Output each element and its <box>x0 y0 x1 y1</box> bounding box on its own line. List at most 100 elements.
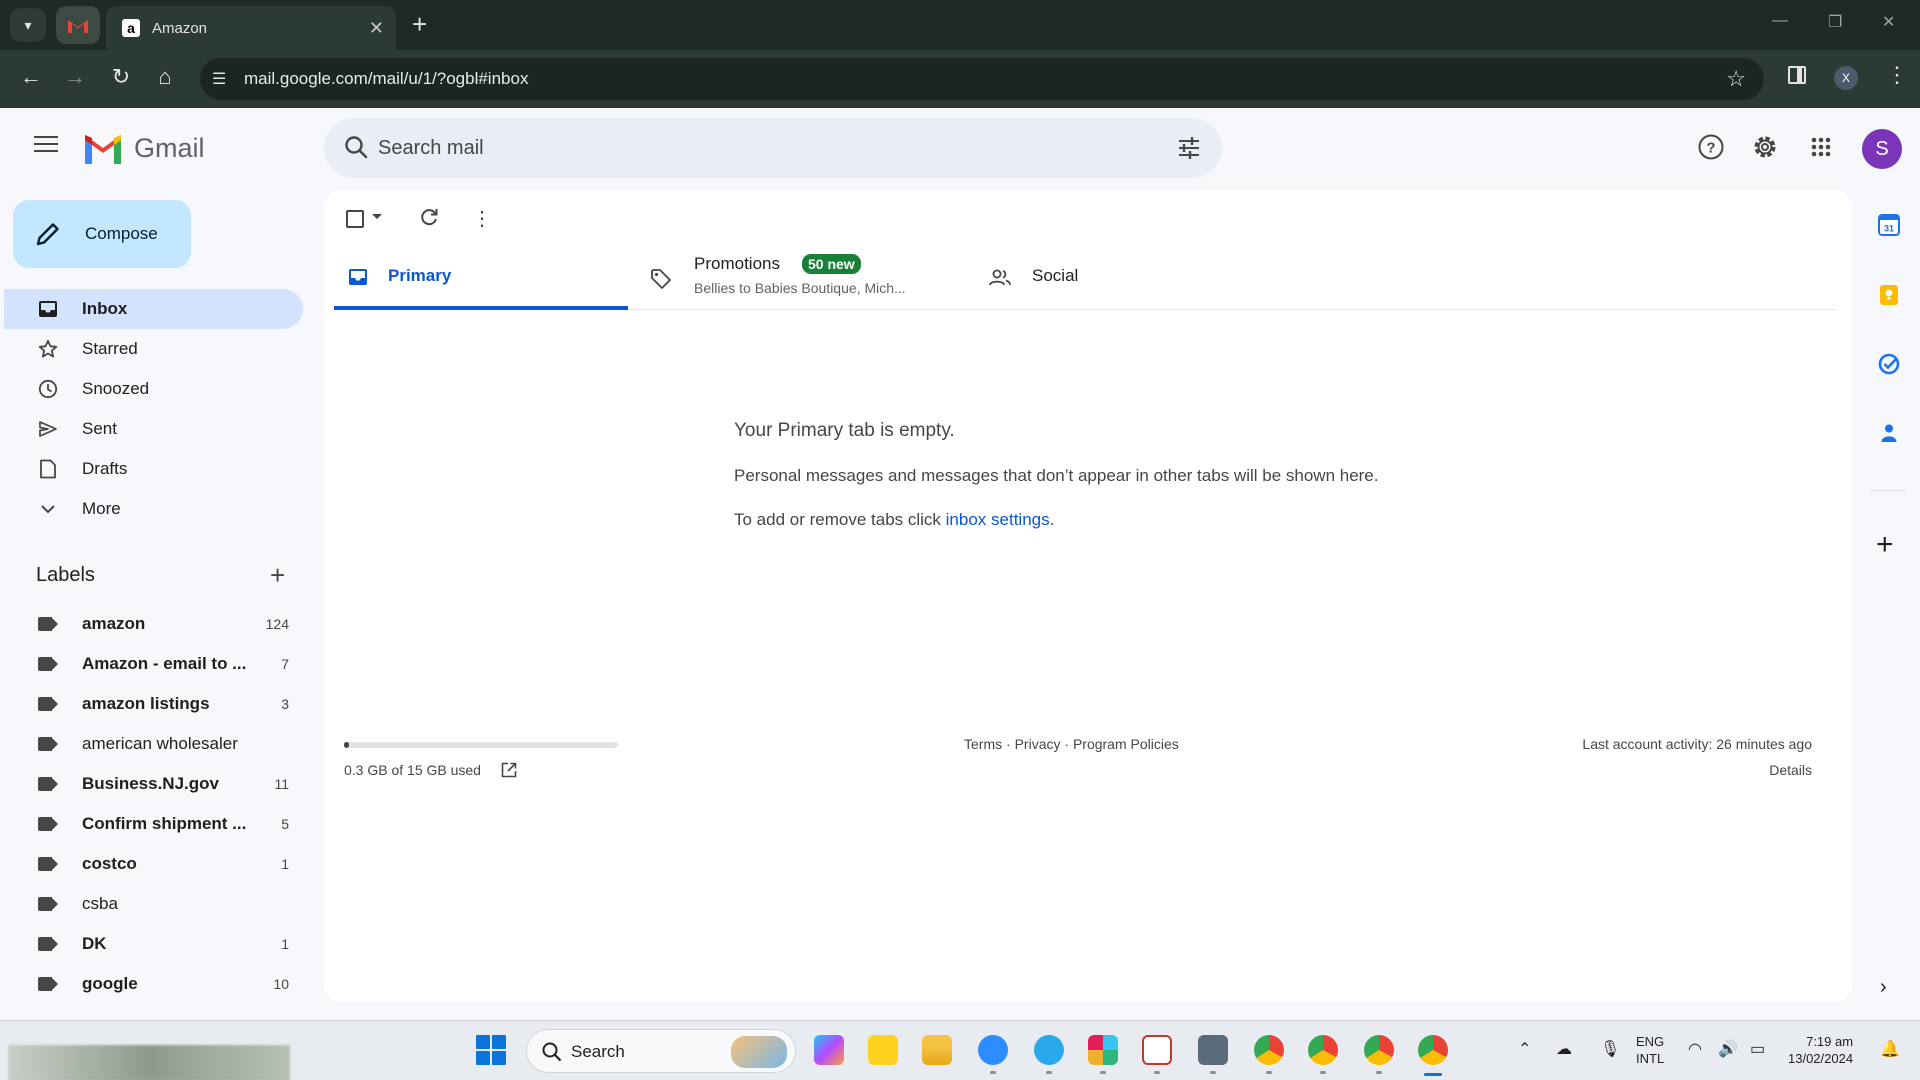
get-addons-button[interactable]: + <box>1876 530 1894 560</box>
label-item-american-wholesaler[interactable]: american wholesaler <box>0 724 303 764</box>
side-panel-icon[interactable] <box>1788 66 1806 84</box>
running-indicator <box>1266 1071 1272 1074</box>
taskbar-clock[interactable]: 7:19 am 13/02/2024 <box>1788 1033 1853 1067</box>
close-window-button[interactable]: ✕ <box>1882 12 1895 32</box>
snipping-tool-icon[interactable] <box>1142 1035 1172 1065</box>
battery-icon[interactable]: ▭ <box>1750 1039 1765 1059</box>
more-options-icon[interactable]: ⋮ <box>472 206 492 231</box>
external-link-icon[interactable] <box>500 761 518 779</box>
browser-toolbar: ← → ↻ ⌂ ☰ mail.google.com/mail/u/1/?ogbl… <box>0 50 1920 108</box>
search-bar[interactable]: Search mail <box>324 118 1222 178</box>
label-item-confirm-shipment[interactable]: Confirm shipment ... 5 <box>0 804 303 844</box>
running-indicator <box>1376 1071 1382 1074</box>
browser-tab-bar: ▾ a Amazon ✕ + — ❐ ✕ <box>0 0 1920 50</box>
address-bar[interactable]: ☰ mail.google.com/mail/u/1/?ogbl#inbox ☆ <box>200 58 1764 100</box>
input-language-indicator[interactable]: ENG INTL <box>1636 1033 1664 1067</box>
account-avatar[interactable]: S <box>1862 129 1902 169</box>
slack-icon[interactable] <box>1088 1035 1118 1065</box>
chevron-down-icon <box>38 504 58 514</box>
contacts-icon[interactable] <box>1878 422 1900 444</box>
create-label-button[interactable]: + <box>270 562 285 588</box>
settings-gear-icon[interactable] <box>1750 132 1780 162</box>
label-tag-icon <box>38 697 58 711</box>
sticky-notes-icon[interactable] <box>868 1035 898 1065</box>
chrome-profile-3-icon[interactable] <box>1364 1035 1394 1065</box>
back-button[interactable]: ← <box>16 64 46 90</box>
browser-menu-icon[interactable]: ⋮ <box>1886 62 1908 88</box>
label-item-business-nj[interactable]: Business.NJ.gov 11 <box>0 764 303 804</box>
nav-item-starred[interactable]: Starred <box>0 329 303 369</box>
chrome-profile-2-icon[interactable] <box>1308 1035 1338 1065</box>
volume-icon[interactable]: 🔊 <box>1718 1039 1738 1059</box>
reload-button[interactable]: ↻ <box>106 64 136 90</box>
terms-link[interactable]: Terms <box>964 736 1002 752</box>
gmail-tab[interactable] <box>56 6 100 44</box>
tasks-icon[interactable] <box>1878 353 1900 375</box>
window-preview-thumbnail[interactable] <box>8 1045 290 1080</box>
label-item-costco[interactable]: costco 1 <box>0 844 303 884</box>
tab-promotions[interactable]: Promotions 50 new Bellies to Babies Bout… <box>650 248 950 310</box>
refresh-icon[interactable] <box>418 206 440 228</box>
label-item-amazon-listings[interactable]: amazon listings 3 <box>0 684 303 724</box>
select-dropdown-icon[interactable] <box>372 214 382 219</box>
minimize-button[interactable]: — <box>1772 12 1788 30</box>
nav-item-more[interactable]: More <box>0 489 303 529</box>
keep-icon[interactable] <box>1878 284 1900 306</box>
tab-close-icon[interactable]: ✕ <box>369 18 384 39</box>
wifi-icon[interactable]: ◠ <box>1688 1039 1702 1059</box>
label-item-google[interactable]: google 10 <box>0 964 303 1004</box>
main-menu-icon[interactable] <box>34 136 58 154</box>
privacy-link[interactable]: Privacy <box>1015 736 1061 752</box>
tab-primary[interactable]: Primary <box>334 248 628 310</box>
site-info-icon[interactable]: ☰ <box>212 69 226 89</box>
new-tab-button[interactable]: + <box>412 10 427 38</box>
chrome-profile-1-icon[interactable] <box>1254 1035 1284 1065</box>
chrome-active-icon[interactable] <box>1418 1035 1448 1065</box>
compose-button[interactable]: Compose <box>13 200 191 268</box>
help-icon[interactable]: ? <box>1696 132 1726 162</box>
hide-side-panel-icon[interactable]: › <box>1880 976 1887 999</box>
tab-social[interactable]: Social <box>988 248 1188 310</box>
calendar-icon[interactable]: 31 <box>1878 214 1900 236</box>
nav-item-drafts[interactable]: Drafts <box>0 449 303 489</box>
notification-bell-icon[interactable]: 🔔 <box>1880 1039 1900 1059</box>
copilot-icon[interactable] <box>814 1035 844 1065</box>
onedrive-cloud-icon[interactable]: ☁ <box>1556 1039 1572 1059</box>
nav-item-sent[interactable]: Sent <box>0 409 303 449</box>
label-item-dk[interactable]: DK 1 <box>0 924 303 964</box>
amazon-tab[interactable]: a Amazon ✕ <box>106 6 396 50</box>
nav-item-snoozed[interactable]: Snoozed <box>0 369 303 409</box>
bookmark-star-icon[interactable]: ☆ <box>1726 66 1746 92</box>
file-explorer-icon[interactable] <box>922 1035 952 1065</box>
side-panel-divider <box>1870 490 1906 491</box>
label-item-amazon[interactable]: amazon 124 <box>0 604 303 644</box>
taskbar-search[interactable]: Search <box>526 1029 796 1073</box>
restore-button[interactable]: ❐ <box>1828 12 1842 32</box>
forward-button[interactable]: → <box>60 64 90 90</box>
calculator-icon[interactable] <box>1198 1035 1228 1065</box>
microphone-icon[interactable]: 🎙 <box>1600 1039 1620 1059</box>
home-button[interactable]: ⌂ <box>150 64 180 90</box>
activity-details-link[interactable]: Details <box>1769 762 1812 778</box>
zoom-icon[interactable] <box>978 1035 1008 1065</box>
select-all-checkbox[interactable] <box>346 210 364 228</box>
storage-usage-text: 0.3 GB of 15 GB used <box>344 762 481 778</box>
program-policies-link[interactable]: Program Policies <box>1073 736 1179 752</box>
start-button[interactable] <box>476 1035 506 1065</box>
search-input[interactable]: Search mail <box>378 137 484 160</box>
search-icon[interactable] <box>342 133 372 163</box>
search-options-icon[interactable] <box>1176 135 1202 161</box>
label-item-amazon-email[interactable]: Amazon - email to ... 7 <box>0 644 303 684</box>
browser-profile-avatar[interactable]: X <box>1834 66 1858 90</box>
windows-taskbar: Search ⌃ ☁ 🎙 ENG INTL ◠ 🔊 ▭ 7:19 am 13/0… <box>0 1020 1920 1080</box>
gmail-logo-icon[interactable] <box>82 132 124 164</box>
telegram-icon[interactable] <box>1034 1035 1064 1065</box>
label-item-csba[interactable]: csba <box>0 884 303 924</box>
tab-search-dropdown-icon[interactable]: ▾ <box>10 8 46 42</box>
google-apps-icon[interactable] <box>1806 132 1836 162</box>
tag-icon <box>651 269 671 289</box>
url-text[interactable]: mail.google.com/mail/u/1/?ogbl#inbox <box>244 69 528 89</box>
nav-item-inbox[interactable]: Inbox <box>4 289 303 329</box>
show-hidden-icons-chevron[interactable]: ⌃ <box>1518 1039 1531 1059</box>
inbox-settings-link[interactable]: inbox settings <box>946 510 1050 529</box>
